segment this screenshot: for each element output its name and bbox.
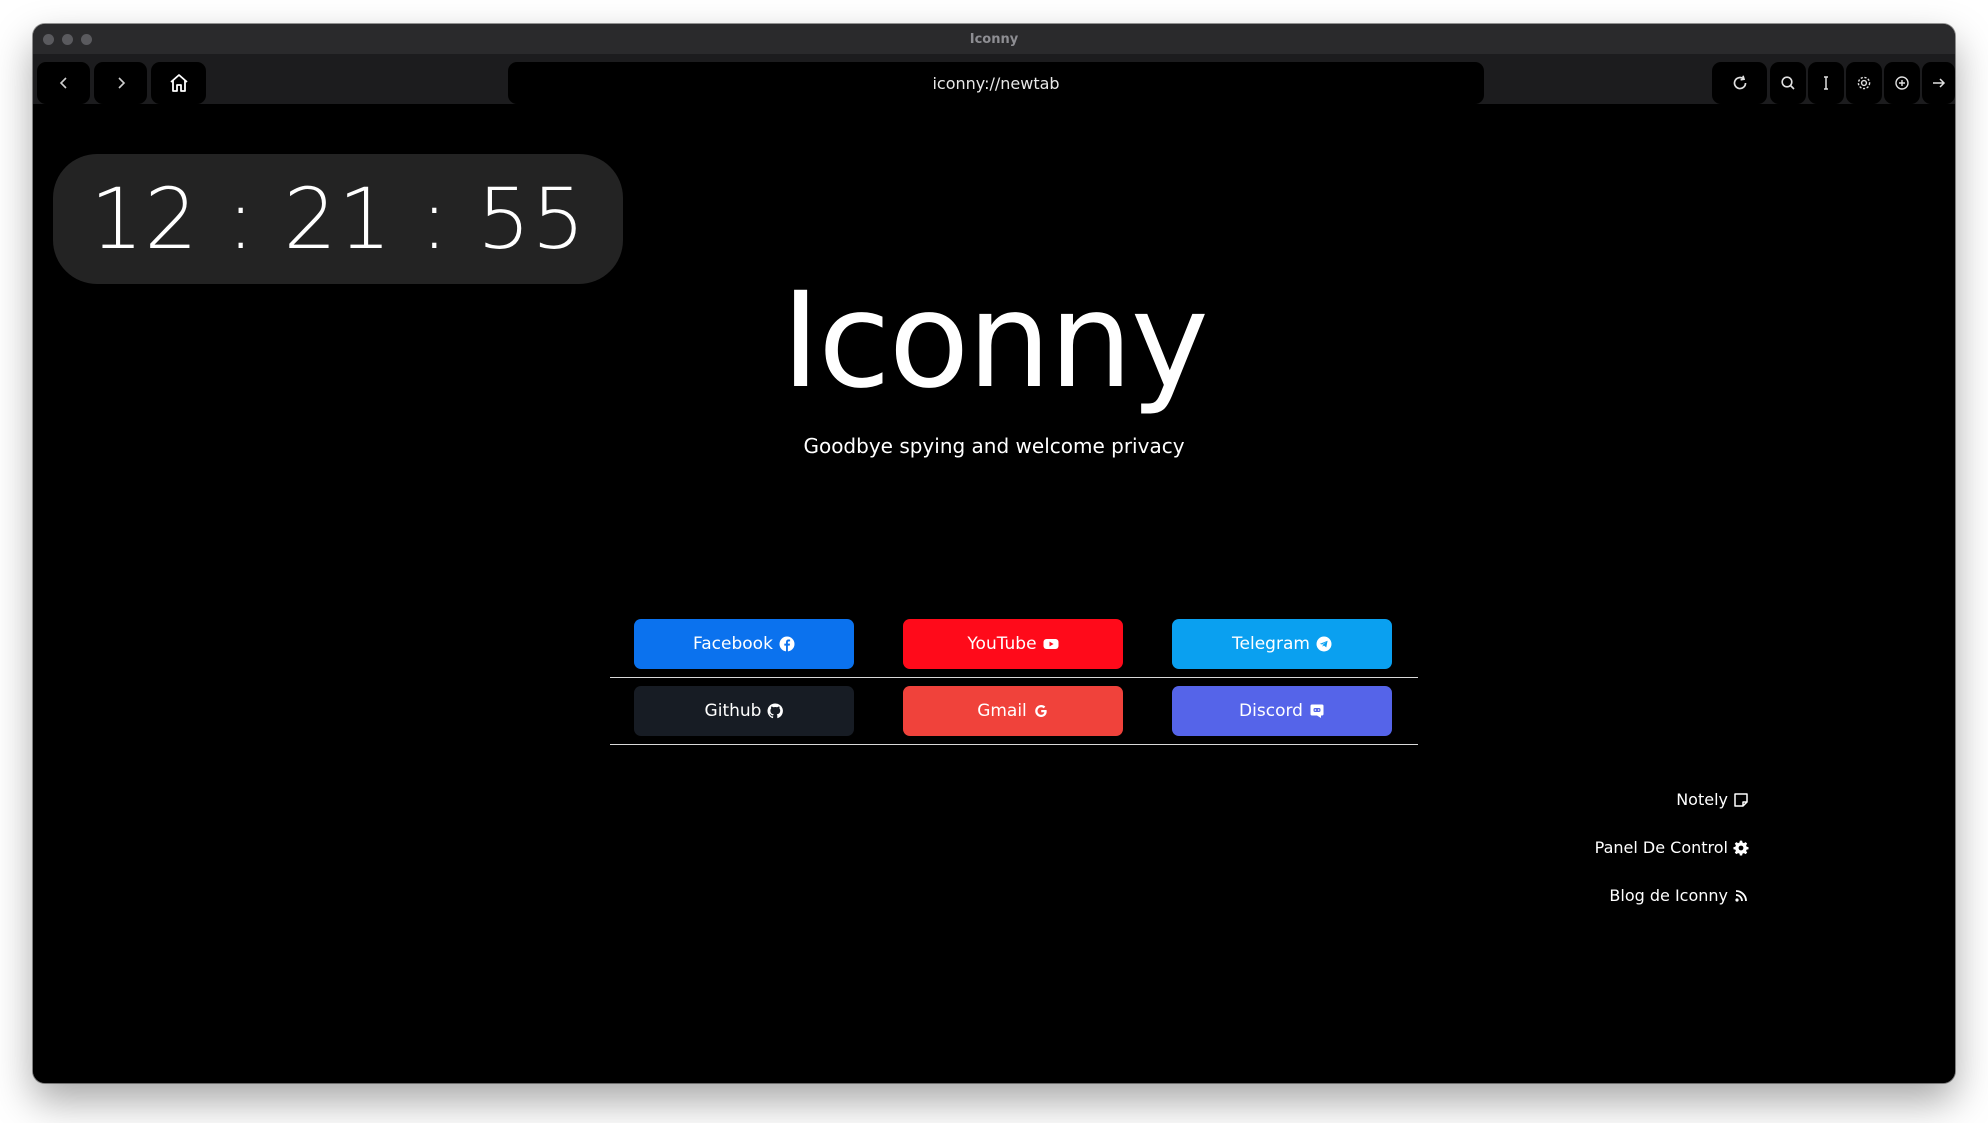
settings-button[interactable] <box>1846 62 1882 104</box>
forward-button[interactable] <box>94 62 147 104</box>
control-panel-link[interactable]: Panel De Control <box>1595 838 1749 857</box>
close-window-button[interactable] <box>43 34 54 45</box>
github-button[interactable]: Github <box>634 686 854 736</box>
link-label: Telegram <box>1232 634 1310 654</box>
reload-button[interactable] <box>1712 62 1767 104</box>
title-bar: Iconny <box>33 24 1955 54</box>
youtube-icon <box>1043 639 1059 649</box>
notely-link[interactable]: Notely <box>1676 790 1749 809</box>
facebook-icon <box>779 636 795 652</box>
newtab-page: 12 : 21 : 55 Iconny Goodbye spying and w… <box>33 104 1955 1083</box>
clock-time: 12 : 21 : 55 <box>89 170 587 268</box>
discord-icon <box>1310 704 1324 718</box>
add-tab-button[interactable] <box>1884 62 1920 104</box>
rss-icon <box>1735 889 1747 902</box>
home-button[interactable] <box>151 62 206 104</box>
window-controls <box>43 34 92 45</box>
settings-icon <box>1857 76 1871 90</box>
maximize-window-button[interactable] <box>81 34 92 45</box>
address-bar[interactable]: iconny://newtab <box>508 62 1484 104</box>
window-title: Iconny <box>969 31 1019 47</box>
add-icon <box>1895 76 1909 90</box>
note-icon <box>1734 792 1748 807</box>
brand-tagline: Goodbye spying and welcome privacy <box>803 434 1185 458</box>
google-icon <box>1034 705 1047 717</box>
blog-link[interactable]: Blog de Iconny <box>1609 886 1749 905</box>
exit-button[interactable] <box>1922 62 1955 104</box>
brand-title: Iconny <box>781 264 1209 418</box>
youtube-button[interactable]: YouTube <box>903 619 1123 669</box>
gear-icon <box>1733 840 1749 856</box>
address-text: iconny://newtab <box>932 73 1060 93</box>
row-divider <box>610 677 1418 678</box>
search-button[interactable] <box>1770 62 1806 104</box>
side-link-label: Panel De Control <box>1594 838 1728 857</box>
link-label: YouTube <box>967 634 1037 654</box>
gmail-button[interactable]: Gmail <box>903 686 1123 736</box>
browser-window: Iconny iconny://newtab 12: 21: 55 Icon… <box>33 24 1955 1083</box>
exit-icon <box>1932 78 1945 88</box>
reload-icon <box>1733 75 1746 90</box>
link-label: Discord <box>1239 701 1303 721</box>
discord-button[interactable]: Discord <box>1172 686 1392 736</box>
facebook-button[interactable]: Facebook <box>634 619 854 669</box>
back-button[interactable] <box>37 62 90 104</box>
back-icon <box>59 77 67 89</box>
home-icon <box>169 74 188 92</box>
telegram-button[interactable]: Telegram <box>1172 619 1392 669</box>
link-label: Gmail <box>977 701 1027 721</box>
minimize-window-button[interactable] <box>62 34 73 45</box>
side-link-label: Blog de Iconny <box>1609 886 1728 905</box>
link-label: Facebook <box>693 634 773 654</box>
search-icon <box>1781 76 1795 90</box>
github-icon <box>767 703 784 719</box>
row-divider <box>610 744 1418 745</box>
telegram-icon <box>1316 636 1332 652</box>
link-label: Github <box>704 701 762 721</box>
text-cursor-button[interactable] <box>1808 62 1844 104</box>
forward-icon <box>117 77 125 89</box>
text-cursor-icon <box>1824 76 1828 90</box>
side-link-label: Notely <box>1676 790 1728 809</box>
